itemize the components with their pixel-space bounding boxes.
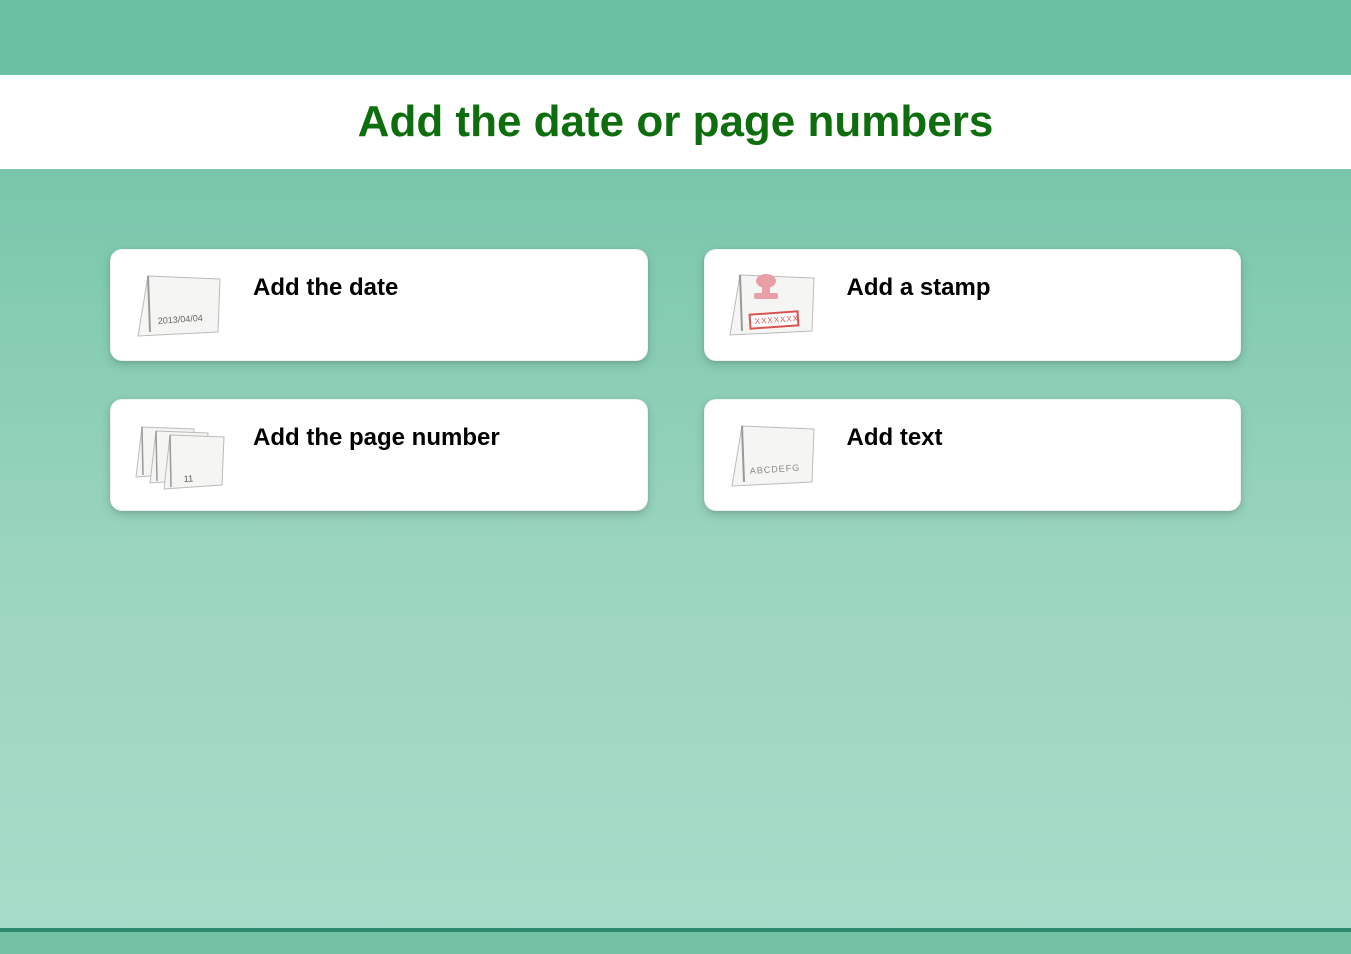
card-label: Add the date [253,268,398,302]
page-title: Add the date or page numbers [0,97,1351,147]
card-grid: 2013/04/04 Add the date [110,249,1241,511]
text-icon: ABCDEFG [719,418,829,496]
bottom-band [0,932,1351,954]
top-banner [0,0,1351,75]
card-add-stamp[interactable]: XXXXXXX Add a stamp [704,249,1242,361]
svg-text:11: 11 [183,473,193,484]
title-bar: Add the date or page numbers [0,75,1351,169]
content-area: 2013/04/04 Add the date [0,169,1351,511]
card-label: Add text [847,418,943,452]
card-add-page-number[interactable]: 9 10 11 Add the page number [110,399,648,511]
page-number-icon: 9 10 11 [125,418,235,496]
card-add-date[interactable]: 2013/04/04 Add the date [110,249,648,361]
stamp-icon: XXXXXXX [719,268,829,346]
date-icon: 2013/04/04 [125,268,235,346]
card-label: Add the page number [253,418,500,452]
card-add-text[interactable]: ABCDEFG Add text [704,399,1242,511]
card-label: Add a stamp [847,268,991,302]
